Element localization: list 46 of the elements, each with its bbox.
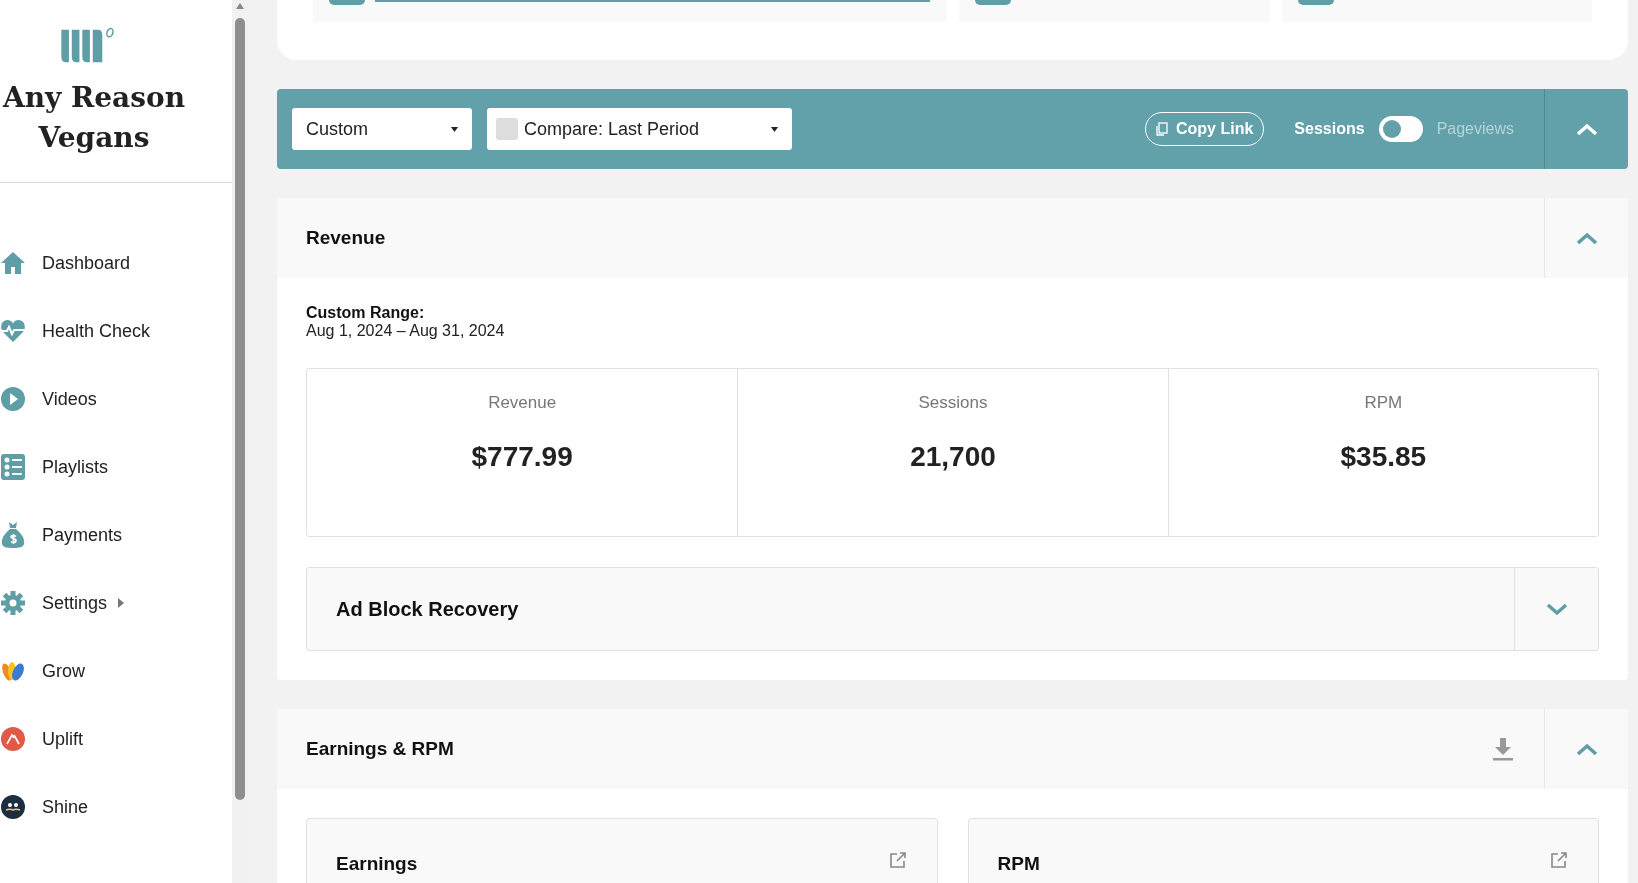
nav-item[interactable]: Grow xyxy=(0,655,232,687)
section-title: Earnings & RPM xyxy=(306,738,454,760)
tab-marker xyxy=(329,0,365,5)
stat-value: $35.85 xyxy=(1340,441,1427,473)
stat-label: Sessions xyxy=(918,393,988,413)
toggle-label: Sessions xyxy=(1294,120,1365,138)
nav-item[interactable]: Uplift xyxy=(0,723,232,755)
caret-icon xyxy=(117,597,126,609)
date-range: Aug 1, 2024 – Aug 31, 2024 xyxy=(306,322,506,340)
stat-label: Revenue xyxy=(488,393,557,413)
compare-dropdown[interactable]: Compare: Last Period xyxy=(487,108,792,150)
external-link-icon[interactable] xyxy=(888,851,907,869)
download-icon[interactable] xyxy=(1492,737,1514,761)
range-label: Custom Range: xyxy=(306,304,426,322)
copy-icon xyxy=(1156,122,1168,136)
nav-item[interactable]: Shine xyxy=(0,791,232,823)
tab-marker xyxy=(974,0,1011,5)
chevron-up-icon xyxy=(1575,122,1598,136)
nav-item[interactable]: Settings xyxy=(0,587,232,619)
nav-item[interactable]: Videos xyxy=(0,383,232,415)
scrollbar-thumb[interactable] xyxy=(235,18,245,800)
nav-item[interactable]: Health Check xyxy=(0,315,232,347)
section-title: Revenue xyxy=(306,227,386,249)
chevron-up-icon xyxy=(1575,742,1598,756)
nav-item[interactable]: Playlists xyxy=(0,451,232,483)
nav-item[interactable]: Payments xyxy=(0,519,232,551)
chart-title: RPM xyxy=(997,853,1040,875)
site-name: Any Reason Vegans xyxy=(1,80,187,156)
stat-value: $777.99 xyxy=(471,441,573,473)
toggle-switch[interactable] xyxy=(1378,116,1423,142)
toggle-label: Pageviews xyxy=(1436,120,1514,138)
stat-value: 21,700 xyxy=(910,441,996,473)
checkbox[interactable] xyxy=(496,118,518,140)
accordion-title: Ad Block Recovery xyxy=(336,597,519,621)
stat-label: RPM xyxy=(1364,393,1403,413)
chart-title: Earnings xyxy=(336,853,418,875)
chevron-up-icon xyxy=(1575,231,1598,245)
dropdown-arrow-icon xyxy=(451,126,458,132)
dropdown-arrow-icon xyxy=(771,126,778,132)
house-icon xyxy=(0,249,26,277)
scroll-up-arrow-icon[interactable] xyxy=(235,2,245,10)
tab-marker xyxy=(1298,0,1335,5)
nav-item[interactable]: Dashboard xyxy=(0,247,232,279)
external-link-icon[interactable] xyxy=(1550,851,1568,869)
date-range-dropdown[interactable]: Custom xyxy=(292,108,472,150)
chevron-down-icon xyxy=(1545,602,1568,616)
